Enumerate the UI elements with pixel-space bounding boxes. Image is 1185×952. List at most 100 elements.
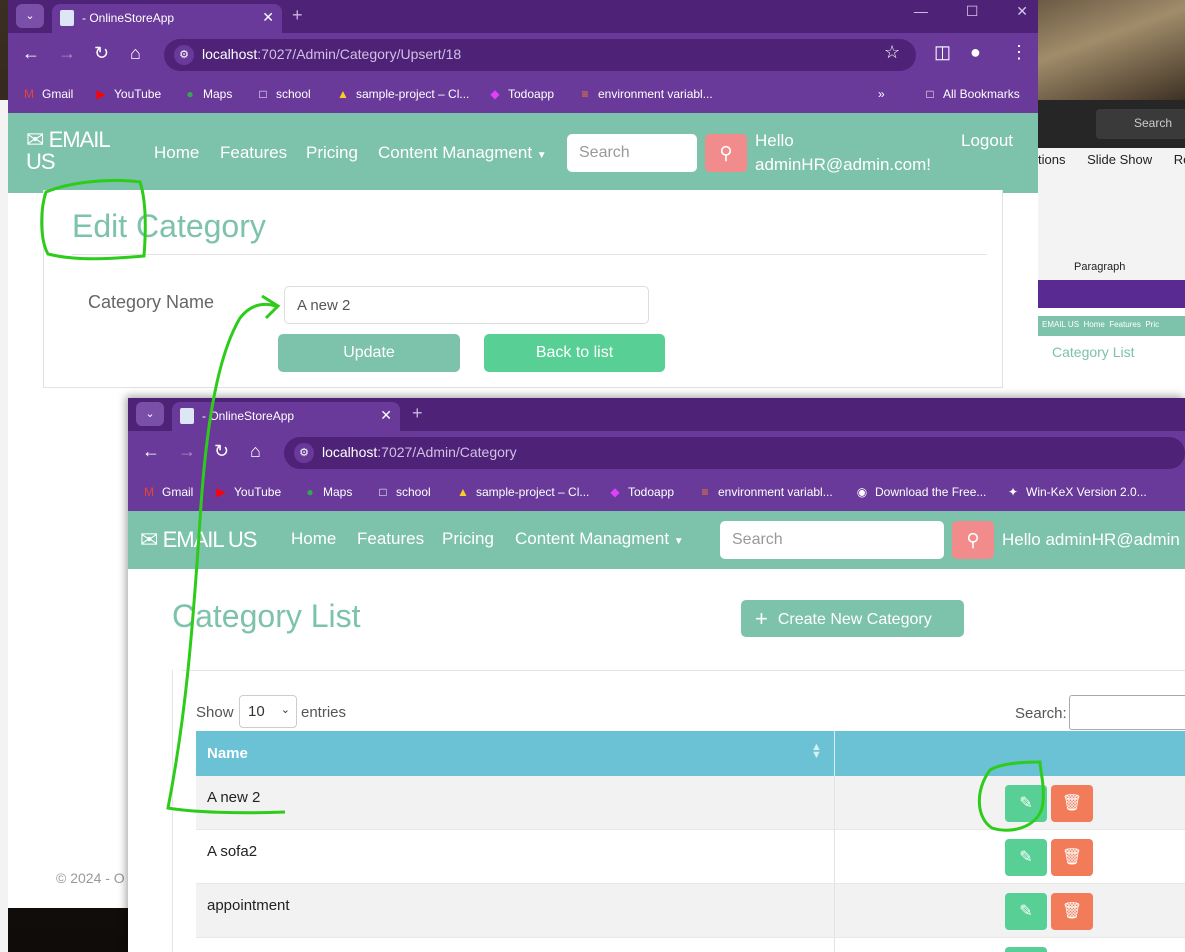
stack-icon: ≡: [581, 87, 589, 101]
table-search-input[interactable]: [1069, 695, 1185, 730]
browser-tab[interactable]: - OnlineStoreApp ✕: [52, 4, 282, 33]
category-name-input[interactable]: A new 2: [284, 286, 649, 324]
delete-button[interactable]: 🗑: [1051, 893, 1093, 930]
nav-features[interactable]: Features: [220, 143, 287, 163]
home-icon[interactable]: ⌂: [250, 441, 261, 462]
back-arrow-icon[interactable]: ←: [22, 43, 40, 64]
menu-kebab-icon[interactable]: ⋮: [1010, 42, 1028, 63]
new-tab-icon[interactable]: +: [292, 5, 303, 26]
site-search-input[interactable]: Search: [720, 521, 944, 559]
site-search-button[interactable]: ⚲: [952, 521, 994, 559]
site-settings-icon[interactable]: ⚙: [294, 443, 314, 463]
bookmark-todoapp[interactable]: ◆ Todoapp: [488, 87, 554, 101]
sort-icon[interactable]: ▲ ▼: [811, 742, 822, 761]
tab-search-button[interactable]: ⌄: [16, 4, 44, 28]
page-size-select[interactable]: 10 ⌄: [239, 695, 297, 728]
bookmark-todoapp[interactable]: ◆ Todoapp: [608, 485, 674, 499]
search-icon: ⚲: [966, 530, 980, 550]
minimize-icon[interactable]: —: [914, 3, 928, 19]
word-tab-0[interactable]: tions: [1038, 152, 1065, 167]
back-to-list-button[interactable]: Back to list: [484, 334, 665, 372]
site-logo[interactable]: ✉ EMAIL US: [26, 129, 136, 173]
search-icon: ⚲: [719, 143, 733, 163]
table-row: A new 2 ✎ 🗑: [196, 776, 1185, 830]
bookmark-gmail[interactable]: M Gmail: [142, 485, 193, 499]
maximize-icon[interactable]: ☐: [966, 3, 979, 19]
bookmark-label: Maps: [323, 485, 353, 499]
bookmark-env-vars[interactable]: ≡ environment variabl...: [578, 87, 713, 101]
bookmark-env-vars[interactable]: ≡ environment variabl...: [698, 485, 832, 499]
bookmark-gmail[interactable]: M Gmail: [22, 87, 73, 101]
new-tab-icon[interactable]: +: [412, 403, 423, 424]
nav-home[interactable]: Home: [291, 529, 336, 549]
bookmark-youtube[interactable]: ▶ YouTube: [94, 87, 161, 101]
bookmark-win-kex[interactable]: ✦ Win-KeX Version 2.0...: [1006, 485, 1147, 499]
bookmark-sample-project[interactable]: ▲ sample-project – Cl...: [456, 485, 589, 499]
folder-icon: □: [259, 87, 267, 101]
thumb-nav-1: Features: [1109, 320, 1141, 329]
url-path: :7027/Admin/Category/Upsert/18: [257, 46, 462, 62]
bookmark-youtube[interactable]: ▶ YouTube: [214, 485, 281, 499]
column-name-header[interactable]: Name: [207, 745, 248, 762]
edit-button[interactable]: ✎: [1005, 893, 1047, 930]
address-bar[interactable]: ⚙ localhost:7027/Admin/Category/Upsert/1…: [164, 39, 916, 71]
site-search-button[interactable]: ⚲: [705, 134, 747, 172]
word-tab-2[interactable]: Re: [1174, 152, 1185, 167]
bookmarks-overflow-icon[interactable]: »: [878, 87, 885, 101]
site-logo[interactable]: ✉ EMAIL US: [140, 527, 257, 553]
site-settings-icon[interactable]: ⚙: [174, 45, 194, 65]
bookmark-star-icon[interactable]: ☆: [884, 42, 900, 63]
bookmark-school[interactable]: □ school: [256, 87, 310, 101]
close-tab-icon[interactable]: ✕: [380, 407, 392, 424]
bookmark-label: Todoapp: [508, 87, 555, 101]
reload-icon[interactable]: ↻: [214, 441, 229, 462]
background-word-window: Search tions Slide Show Re Paragraph EMA…: [1038, 100, 1185, 400]
bookmark-maps[interactable]: ● Maps: [183, 87, 232, 101]
bookmark-label: environment variabl...: [598, 87, 713, 101]
bookmark-school[interactable]: □ school: [376, 485, 430, 499]
logout-link[interactable]: Logout: [961, 131, 1013, 151]
bookmark-sample-project[interactable]: ▲ sample-project – Cl...: [336, 87, 469, 101]
sidebar-toggle-icon[interactable]: ◫: [934, 42, 951, 63]
delete-button[interactable]: 🗑: [1051, 785, 1093, 822]
word-group-label: Paragraph: [1074, 261, 1126, 273]
forward-arrow-icon[interactable]: →: [58, 43, 76, 64]
browser-tab[interactable]: - OnlineStoreApp ✕: [172, 402, 400, 431]
home-icon[interactable]: ⌂: [130, 43, 141, 64]
tab-search-button[interactable]: ⌄: [136, 402, 164, 426]
edit-category-card: Edit Category Category Name A new 2 Upda…: [43, 190, 1003, 388]
chevron-down-icon: ⌄: [280, 704, 290, 716]
edit-button[interactable]: ✎: [1005, 839, 1047, 876]
all-bookmarks[interactable]: □ All Bookmarks: [923, 87, 1019, 101]
bookmark-maps[interactable]: ● Maps: [303, 485, 352, 499]
forward-arrow-icon[interactable]: →: [178, 441, 196, 462]
nav-pricing[interactable]: Pricing: [306, 143, 358, 163]
nav-content-management[interactable]: Content Managment ▼: [515, 529, 684, 549]
edit-button[interactable]: [1005, 947, 1047, 952]
thumb-logo: EMAIL US: [1042, 320, 1080, 329]
delete-button[interactable]: 🗑: [1051, 839, 1093, 876]
site-search-input[interactable]: Search: [567, 134, 697, 172]
nav-content-label: Content Managment: [515, 529, 670, 548]
word-tab-1[interactable]: Slide Show: [1087, 152, 1152, 167]
edit-button[interactable]: ✎: [1005, 785, 1047, 822]
back-arrow-icon[interactable]: ←: [142, 441, 160, 462]
word-search-box[interactable]: Search: [1096, 109, 1185, 139]
close-window-icon[interactable]: ✕: [1016, 3, 1028, 19]
create-category-button[interactable]: + Create New Category: [741, 600, 964, 637]
nav-pricing[interactable]: Pricing: [442, 529, 494, 549]
nav-content-management[interactable]: Content Managment ▼: [378, 143, 547, 163]
profile-avatar-icon[interactable]: ●: [970, 42, 981, 63]
hello-user: Hello adminHR@admin.com!: [755, 131, 931, 174]
nav-home[interactable]: Home: [154, 143, 199, 163]
browser-window-list: ⌄ - OnlineStoreApp ✕ + ← → ↻ ⌂ ⚙ localho…: [128, 398, 1185, 952]
update-button[interactable]: Update: [278, 334, 460, 372]
desktop-left-edge: [0, 100, 8, 952]
nav-features[interactable]: Features: [357, 529, 424, 549]
address-bar[interactable]: ⚙ localhost:7027/Admin/Category: [284, 437, 1185, 469]
reload-icon[interactable]: ↻: [94, 43, 109, 64]
close-tab-icon[interactable]: ✕: [262, 9, 274, 26]
bookmark-download-free[interactable]: ◉ Download the Free...: [855, 485, 987, 499]
page-favicon-icon: [60, 10, 74, 26]
firebase-icon: ▲: [457, 485, 469, 499]
